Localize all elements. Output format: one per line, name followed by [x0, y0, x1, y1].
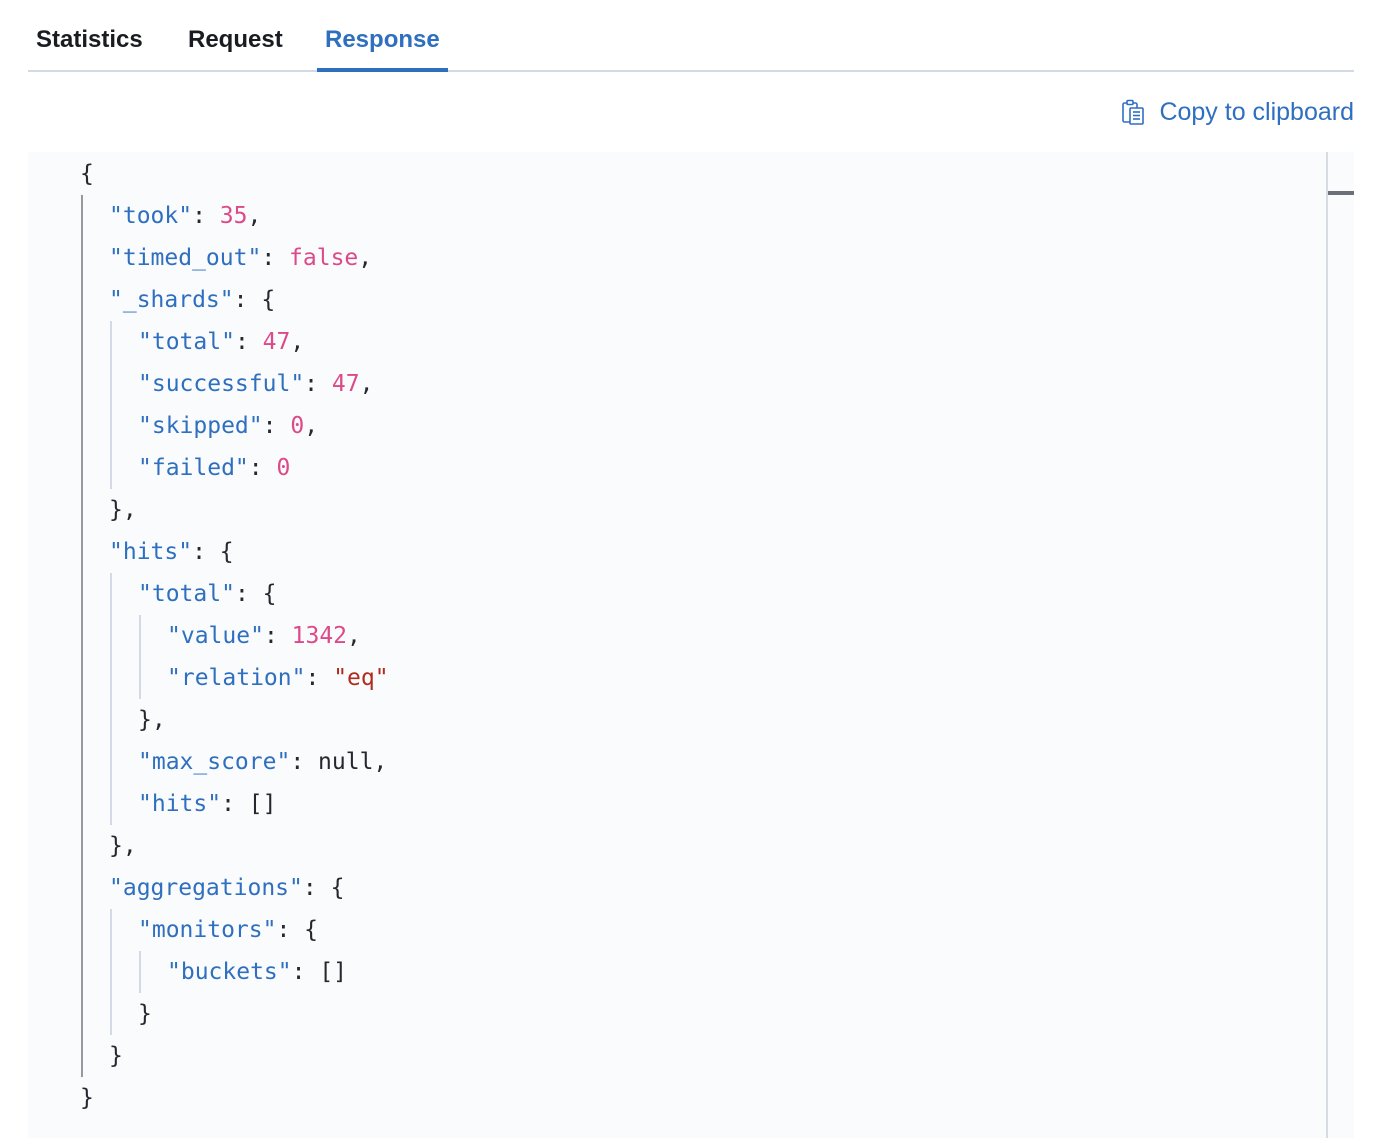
indent-guide: [110, 909, 112, 1035]
json-key: "hits": [138, 791, 222, 817]
json-punctuation: ,: [304, 413, 319, 439]
json-punctuation: },: [109, 497, 137, 523]
json-punctuation: : {: [233, 287, 276, 313]
code-line: "skipped": 0,: [138, 405, 318, 447]
code-line: }: [109, 1035, 123, 1077]
json-punctuation: : {: [302, 875, 345, 901]
json-key: "total": [138, 329, 235, 355]
json-punctuation: }: [80, 1085, 94, 1111]
json-punctuation: :: [234, 329, 263, 355]
json-punctuation: : {: [192, 539, 234, 565]
indent-guide: [110, 321, 112, 489]
json-punctuation: : {: [234, 581, 277, 607]
indent-guide: [139, 951, 141, 993]
json-number: 47: [331, 371, 360, 397]
json-number: 0: [290, 413, 305, 439]
json-punctuation: : []: [291, 959, 348, 985]
tab-statistics[interactable]: Statistics: [36, 22, 143, 70]
json-key: "took": [109, 203, 193, 229]
json-punctuation: ,: [347, 623, 361, 649]
json-key: "max_score": [138, 749, 291, 775]
json-punctuation: ,: [358, 245, 373, 271]
json-punctuation: : []: [221, 791, 277, 817]
copy-to-clipboard-button[interactable]: Copy to clipboard: [1121, 94, 1354, 130]
scrollbar-thumb[interactable]: [1328, 191, 1354, 195]
scrollbar[interactable]: [1326, 152, 1354, 1138]
json-key: "successful": [138, 371, 305, 397]
json-punctuation: :: [290, 749, 319, 775]
code-line: "timed_out": false,: [109, 237, 372, 279]
json-punctuation: :: [263, 623, 292, 649]
code-line: "total": {: [138, 573, 276, 615]
code-line: "aggregations": {: [109, 867, 344, 909]
code-line: "took": 35,: [109, 195, 261, 237]
json-key: "total": [138, 581, 235, 607]
code-line: },: [109, 489, 137, 531]
code-line: {: [80, 153, 94, 195]
code-line: },: [109, 825, 137, 867]
code-line: "buckets": []: [167, 951, 347, 993]
copy-to-clipboard-label: Copy to clipboard: [1159, 97, 1354, 126]
json-punctuation: :: [262, 413, 291, 439]
json-key: "hits": [109, 539, 193, 565]
json-punctuation: },: [109, 833, 137, 859]
response-code-block: {"took": 35, "timed_out": false, "_shards"…: [28, 152, 1354, 1138]
indent-guide: [110, 573, 112, 825]
tab-request[interactable]: Request: [188, 22, 283, 70]
code-line: "hits": []: [138, 783, 276, 825]
code-line: "max_score": null,: [138, 741, 387, 783]
json-key: "monitors": [138, 917, 277, 943]
json-number: 1342: [291, 623, 348, 649]
json-key: "timed_out": [109, 245, 262, 271]
json-punctuation: :: [305, 665, 334, 691]
code-line: "_shards": {: [109, 279, 275, 321]
json-punctuation: }: [138, 1001, 152, 1027]
json-punctuation: :: [192, 203, 220, 229]
json-punctuation: ,: [359, 371, 374, 397]
code-line: "relation": "eq": [167, 657, 389, 699]
json-punctuation: :: [248, 455, 277, 481]
json-punctuation: },: [138, 707, 166, 733]
code-line: },: [138, 699, 166, 741]
json-null: null: [318, 749, 374, 775]
json-key: "failed": [138, 455, 249, 481]
json-punctuation: :: [304, 371, 332, 397]
json-key: "buckets": [167, 959, 292, 985]
json-punctuation: ,: [290, 329, 305, 355]
code-line: "failed": 0: [138, 447, 290, 489]
clipboard-icon: [1122, 99, 1145, 125]
code-line: }: [138, 993, 152, 1035]
code-line: "monitors": {: [138, 909, 318, 951]
json-punctuation: {: [80, 161, 94, 187]
json-punctuation: ,: [373, 749, 388, 775]
indent-guide: [139, 615, 141, 699]
json-number: 47: [262, 329, 291, 355]
json-key: "relation": [167, 665, 306, 691]
json-key: "aggregations": [109, 875, 303, 901]
tab-response[interactable]: Response: [317, 22, 448, 72]
json-punctuation: }: [109, 1043, 123, 1069]
code-line: "total": 47,: [138, 321, 304, 363]
json-punctuation: ,: [247, 203, 262, 229]
code-line: "hits": {: [109, 531, 234, 573]
json-punctuation: :: [261, 245, 290, 271]
json-number: 35: [219, 203, 248, 229]
json-key: "_shards": [109, 287, 234, 313]
json-boolean: false: [289, 245, 359, 271]
json-key: "skipped": [138, 413, 263, 439]
indent-guide: [81, 195, 83, 1077]
code-line: "successful": 47,: [138, 363, 373, 405]
json-punctuation: : {: [276, 917, 319, 943]
json-string: "eq": [333, 665, 389, 691]
json-number: 0: [276, 455, 291, 481]
json-key: "value": [167, 623, 264, 649]
code-line: }: [80, 1077, 94, 1119]
code-line: "value": 1342,: [167, 615, 361, 657]
tab-bar: Statistics Request Response: [28, 0, 1354, 72]
